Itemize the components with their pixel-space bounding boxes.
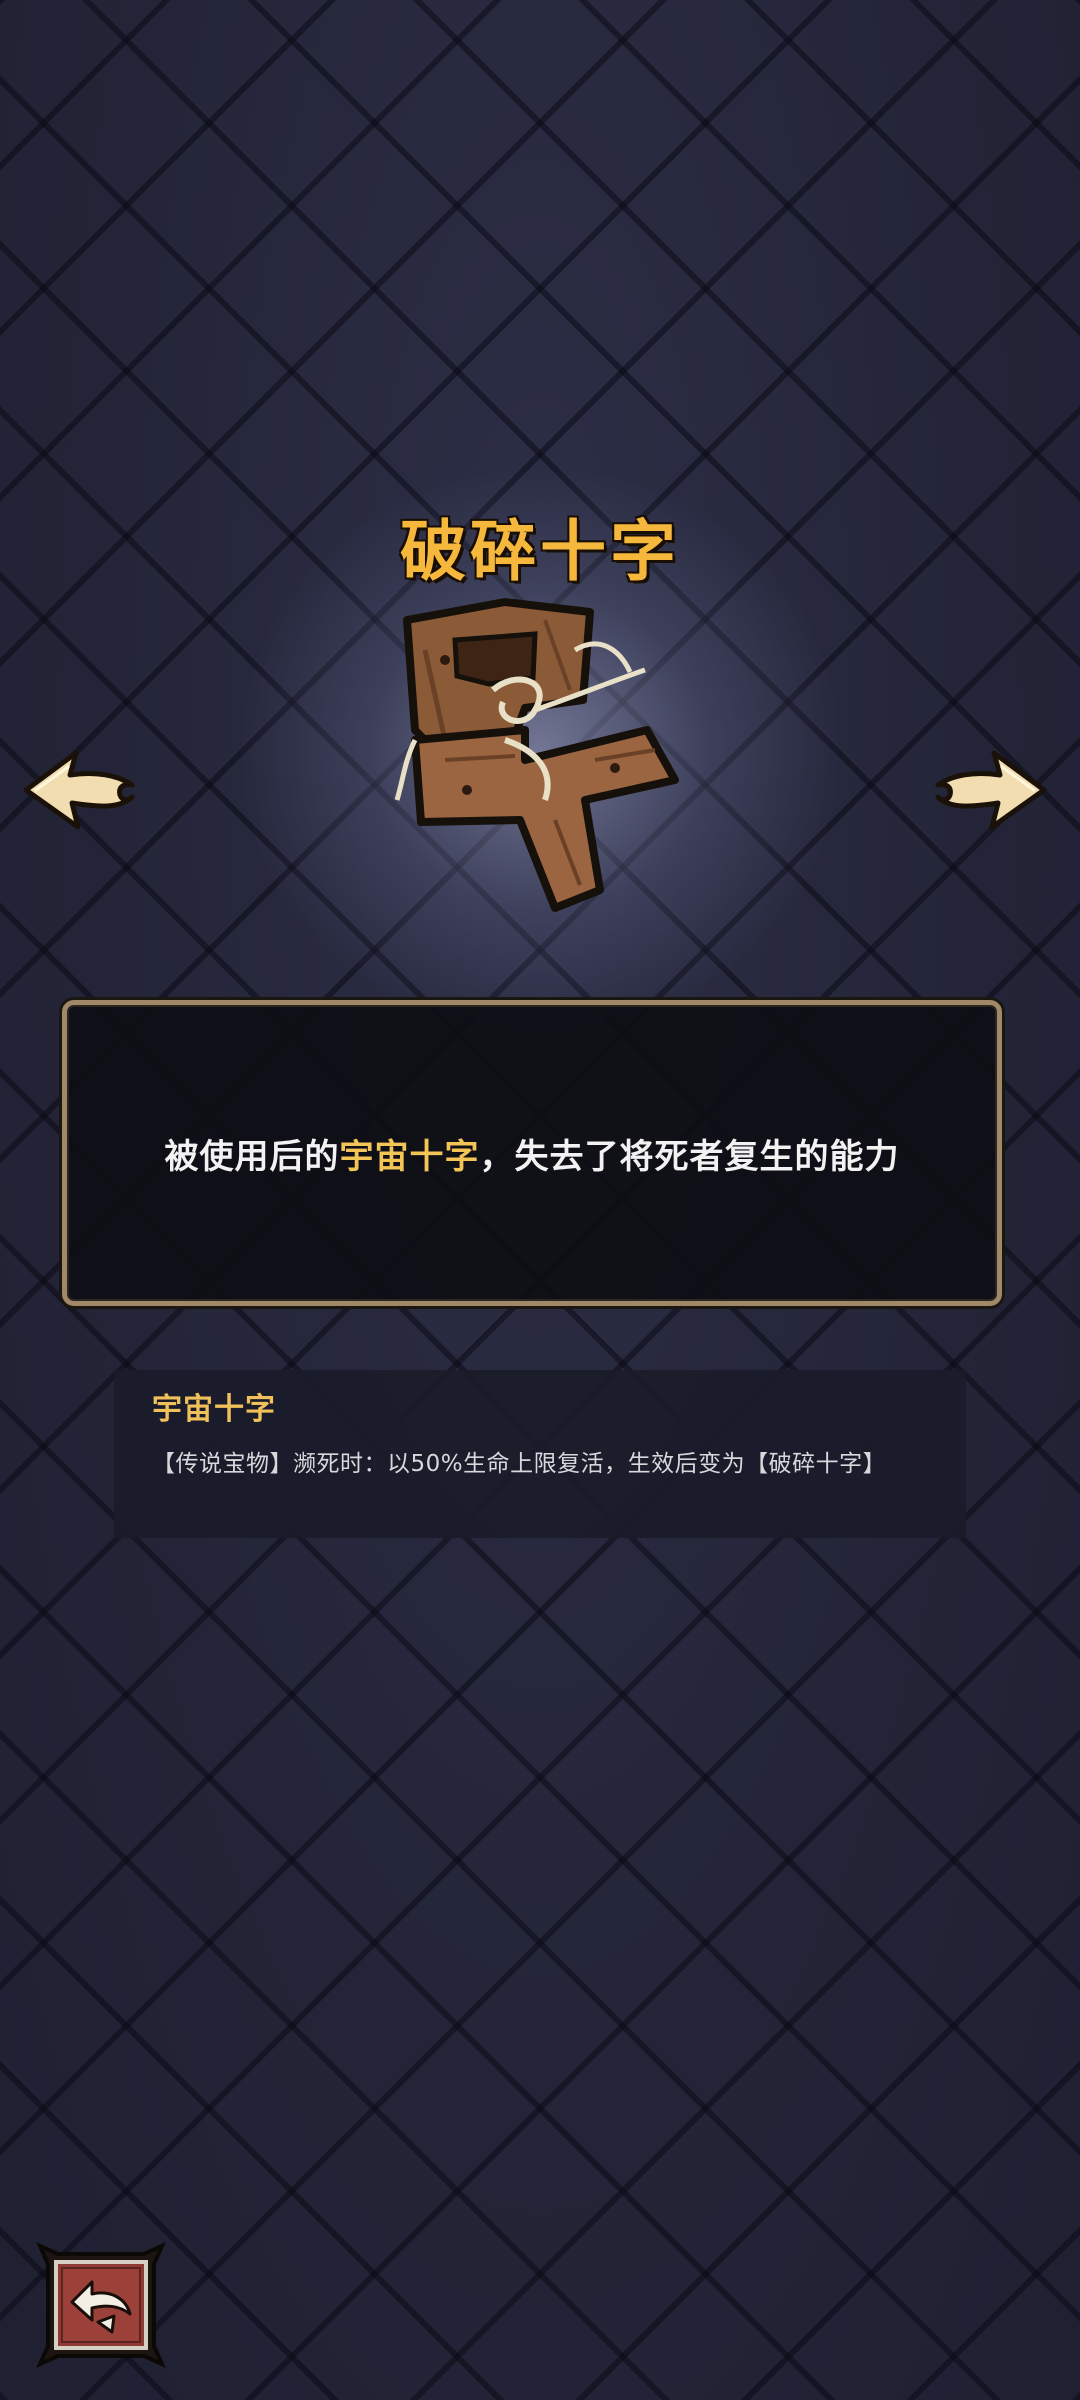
related-item-description: 【传说宝物】濒死时：以50%生命上限复活，生效后变为【破碎十字】 [152,1451,887,1477]
item-description: 被使用后的宇宙十字，失去了将死者复生的能力 [165,1129,900,1178]
next-item-button[interactable] [930,745,1050,835]
broken-cross-image [385,590,685,920]
arrow-left-icon [23,750,135,830]
return-arrow-icon [36,2242,166,2368]
item-description-panel: 被使用后的宇宙十字，失去了将死者复生的能力 [62,1000,1002,1306]
description-prefix: 被使用后的 [164,1136,340,1177]
description-suffix: ，失去了将死者复生的能力 [479,1136,900,1177]
item-title: 破碎十字 [400,513,680,590]
previous-item-button[interactable] [20,745,140,835]
arrow-right-icon [935,750,1047,830]
related-item-card: 宇宙十字 【传说宝物】濒死时：以50%生命上限复活，生效后变为【破碎十字】 [114,1370,966,1538]
broken-wooden-cross-icon [394,598,679,912]
back-button[interactable] [36,2240,166,2370]
description-highlight-keyword[interactable]: 宇宙十字 [340,1137,480,1177]
item-detail-screen: 破碎十字 被使用后的宇宙十字，失去了将死者复生的能力 宇宙十字 【传说宝物】濒死… [0,0,1080,2400]
related-item-name: 宇宙十字 [152,1392,276,1427]
